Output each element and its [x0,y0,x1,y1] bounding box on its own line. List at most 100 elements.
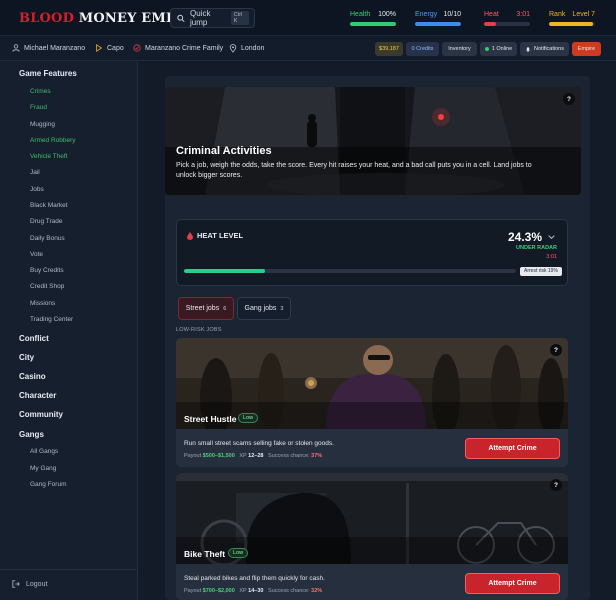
search-icon [177,14,185,22]
health-label: Health [350,11,371,18]
money-pill[interactable]: $39,187 [375,42,403,56]
hero-title: Criminal Activities [176,145,272,157]
street-hustle-risk-badge: Low [238,413,259,423]
sidebar-item-vote[interactable]: Vote [30,251,43,258]
heat-progress-bar [184,269,516,273]
sidebar-item-trading-center[interactable]: Trading Center [30,316,73,323]
top-bar: BLOOD MONEY EMPIRE Quick jump Ctrl K Hea… [0,0,616,36]
health-value: 100% [378,11,396,18]
sidebar-section-game-features[interactable]: Game Features [19,69,77,78]
logout-label: Logout [26,580,48,588]
payout-label: Payout [184,453,202,459]
quick-jump-shortcut: Ctrl K [230,11,249,25]
location-pin-icon [229,44,237,53]
family-emblem-icon [133,44,141,52]
energy-bar [415,22,461,26]
chevron-down-icon[interactable] [548,234,555,240]
sidebar-item-gang-forum[interactable]: Gang Forum [30,481,67,488]
street-hustle-description: Run small street scams selling fake or s… [184,440,334,447]
bike-theft-description: Steal parked bikes and flip them quickly… [184,575,325,582]
xp-label: XP [239,588,247,594]
heat-percent: 24.3% [507,230,542,244]
sidebar-item-mugging[interactable]: Mugging [30,121,55,128]
tab-gang-jobs-count: 3 [280,305,284,312]
rank-label: Rank [549,11,566,18]
sidebar-item-jail[interactable]: Jail [30,169,40,176]
attempt-crime-button-street-hustle[interactable]: Attempt Crime [465,438,560,459]
payout-value: $500–$1,500 [202,453,235,459]
heat-status: UNDER RADAR [516,245,557,251]
xp-value: 14–30 [248,588,264,594]
job-card-bike-theft: ? Bike Theft Low Steal parked bikes and … [176,473,568,600]
credits-pill[interactable]: 0 Credits [406,42,439,56]
profile-family: Maranzano Crime Family [145,44,224,52]
chance-value: 32% [311,588,323,594]
profile-city: London [241,45,265,52]
profile-family-item[interactable]: Maranzano Crime Family [133,44,223,52]
online-pill[interactable]: 1 Online [480,42,517,56]
heat-label: Heat [484,11,499,18]
heat-value: 3:01 [516,11,530,18]
sidebar-section-conflict[interactable]: Conflict [19,334,49,343]
sidebar: Game Features Crimes Fraud Mugging Armed… [0,61,138,600]
sidebar-section-character[interactable]: Character [19,391,56,400]
street-hustle-help-icon[interactable]: ? [550,344,562,356]
profile-role-item: Capo [95,44,124,52]
bell-icon [526,47,530,52]
attempt-crime-button-bike-theft[interactable]: Attempt Crime [465,573,560,594]
health-bar [350,22,396,26]
brand-part1: BLOOD [19,11,75,26]
sidebar-item-vehicle-theft[interactable]: Vehicle Theft [30,153,67,160]
chance-label: Success chance: [268,588,310,594]
sidebar-item-all-gangs[interactable]: All Gangs [30,448,58,455]
sidebar-item-armed-robbery[interactable]: Armed Robbery [30,137,76,144]
hero-help-icon[interactable]: ? [563,93,575,105]
sidebar-item-missions[interactable]: Missions [30,300,55,307]
empire-button[interactable]: Empire [572,42,601,56]
bike-theft-title: Bike Theft [184,549,226,559]
quick-jump-button[interactable]: Quick jump Ctrl K [170,8,255,28]
logout-button[interactable]: Logout [12,580,47,588]
flame-icon [187,232,193,240]
rank-bar [549,22,595,26]
rank-value: Level 7 [572,11,595,18]
profile-city-item[interactable]: London [229,44,264,53]
chance-value: 37% [311,453,323,459]
payout-label: Payout [184,588,202,594]
bike-theft-help-icon[interactable]: ? [550,479,562,491]
sidebar-section-community[interactable]: Community [19,410,63,419]
sidebar-item-daily-bonus[interactable]: Daily Bonus [30,235,65,242]
job-card-street-hustle: ? Street Hustle Low Run small street sca… [176,338,568,467]
tab-street-jobs[interactable]: Street jobs 6 [178,297,234,320]
sidebar-item-credit-shop[interactable]: Credit Shop [30,283,64,290]
energy-label: Energy [415,11,438,18]
notifications-button[interactable]: Notifications [520,42,569,56]
profile-name: Michael Maranzano [24,44,86,52]
sidebar-section-casino[interactable]: Casino [19,372,46,381]
sidebar-item-buy-credits[interactable]: Buy Credits [30,267,64,274]
street-hustle-title: Street Hustle [184,414,237,424]
energy-value: 10/10 [443,11,461,18]
notifications-label: Notifications [534,46,564,52]
sidebar-item-drug-trade[interactable]: Drug Trade [30,218,63,225]
sidebar-item-my-gang[interactable]: My Gang [30,465,56,472]
profile-name-item[interactable]: Michael Maranzano [12,44,85,52]
online-dot-icon [484,47,489,51]
xp-value: 12–28 [248,453,264,459]
online-label: 1 Online [491,46,513,52]
sidebar-section-gangs[interactable]: Gangs [19,430,44,439]
sidebar-section-city[interactable]: City [19,353,34,362]
sidebar-item-black-market[interactable]: Black Market [30,202,68,209]
heat-timer: 3:01 [546,254,557,260]
xp-label: XP [239,453,247,459]
hero-banner: ? Criminal Activities Pick a job, weigh … [165,87,581,195]
tab-street-jobs-label: Street jobs [185,305,220,312]
heat-level-card: HEAT LEVEL 24.3% UNDER RADAR 3:01 Arrest… [176,219,568,286]
sidebar-item-crimes[interactable]: Crimes [30,88,51,95]
bike-theft-meta: Payout $700–$2,000 XP 14–30 Success chan… [184,588,322,594]
sidebar-item-jobs[interactable]: Jobs [30,186,44,193]
tab-gang-jobs-label: Gang jobs [244,305,277,312]
sidebar-item-fraud[interactable]: Fraud [30,104,47,111]
inventory-button[interactable]: Inventory [442,42,477,56]
tab-gang-jobs[interactable]: Gang jobs 3 [237,297,291,320]
